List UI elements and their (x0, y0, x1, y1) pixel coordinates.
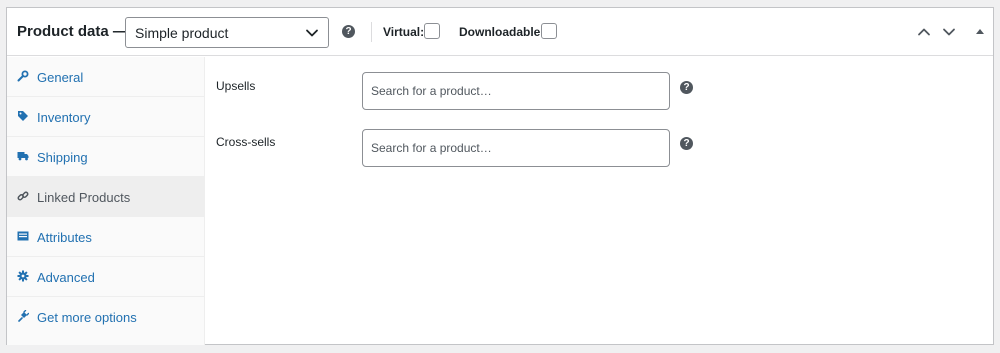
virtual-checkbox[interactable] (424, 23, 440, 39)
tab-inventory[interactable]: Inventory (7, 97, 204, 137)
linked-products-panel: Upsells ? Cross-sells ? (206, 57, 993, 345)
product-type-select[interactable]: Simple product (125, 17, 329, 48)
tab-advanced[interactable]: Advanced (7, 257, 204, 297)
tab-linked-products[interactable]: Linked Products (7, 177, 204, 217)
plugin-icon (18, 310, 29, 322)
move-down-icon[interactable] (942, 25, 956, 39)
tab-label: Linked Products (37, 190, 131, 205)
cross-sells-search-input[interactable] (363, 130, 669, 166)
tab-general[interactable]: General (7, 57, 204, 97)
chevron-down-icon (306, 29, 318, 37)
move-up-icon[interactable] (917, 25, 931, 39)
cross-sells-label: Cross-sells (216, 135, 276, 149)
downloadable-label: Downloadable: (459, 25, 545, 39)
cross-sells-help-icon[interactable]: ? (680, 137, 693, 150)
panel-header: Product data — Simple product ? Virtual:… (7, 8, 993, 56)
wrench-icon (17, 70, 29, 82)
header-divider (371, 22, 372, 42)
product-type-value: Simple product (135, 25, 229, 41)
upsells-search-input[interactable] (363, 73, 669, 109)
tab-label: Attributes (37, 230, 92, 245)
link-icon (17, 191, 29, 201)
list-icon (17, 231, 29, 241)
collapse-toggle-icon[interactable] (973, 25, 987, 39)
virtual-label: Virtual: (383, 25, 425, 39)
product-data-tabs: General Inventory Shipping Linked Produc… (7, 57, 205, 345)
tab-label: Get more options (37, 310, 137, 325)
tab-attributes[interactable]: Attributes (7, 217, 204, 257)
tab-label: General (37, 70, 84, 85)
tab-label: Shipping (37, 150, 88, 165)
upsells-help-icon[interactable]: ? (680, 81, 693, 94)
tag-icon (18, 111, 28, 121)
tab-label: Inventory (37, 110, 91, 125)
product-data-panel: Product data — Simple product ? Virtual:… (6, 7, 994, 345)
tab-label: Advanced (37, 270, 95, 285)
downloadable-checkbox[interactable] (541, 23, 557, 39)
cross-sells-search-field[interactable] (362, 129, 670, 167)
panel-title: Product data — (17, 23, 128, 40)
gear-icon (17, 270, 29, 282)
truck-icon (17, 152, 29, 161)
tab-get-more-options[interactable]: Get more options (7, 297, 204, 337)
product-type-help-icon[interactable]: ? (342, 25, 355, 38)
tab-shipping[interactable]: Shipping (7, 137, 204, 177)
upsells-search-field[interactable] (362, 72, 670, 110)
upsells-label: Upsells (216, 79, 256, 93)
